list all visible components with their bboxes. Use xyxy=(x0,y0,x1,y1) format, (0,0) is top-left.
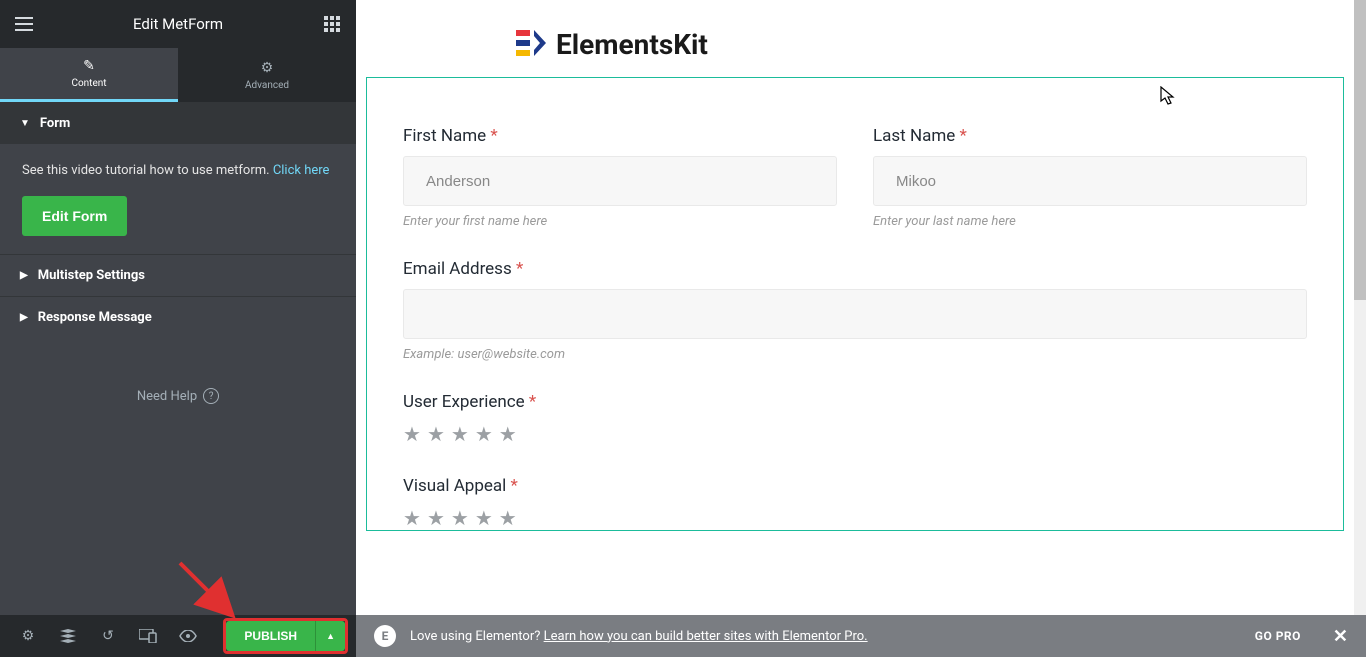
field-user-experience: User Experience * ★ ★ ★ ★ ★ xyxy=(403,392,1307,446)
logo-text: ElementsKit xyxy=(556,28,708,61)
help-icon: ? xyxy=(203,388,219,404)
promo-footer: E Love using Elementor? Learn how you ca… xyxy=(356,615,1366,657)
last-name-input[interactable] xyxy=(873,156,1307,206)
ux-label: User Experience * xyxy=(403,392,1307,412)
field-first-name: First Name * Enter your first name here xyxy=(403,126,837,229)
tutorial-text: See this video tutorial how to use metfo… xyxy=(22,163,273,178)
star-icon[interactable]: ★ xyxy=(499,422,517,446)
first-name-input[interactable] xyxy=(403,156,837,206)
editor-sidebar: Edit MetForm ✎ Content ⚙ Advanced ▼ Form… xyxy=(0,0,356,657)
visual-rating: ★ ★ ★ ★ ★ xyxy=(403,506,1307,530)
star-icon[interactable]: ★ xyxy=(403,422,421,446)
gear-icon: ⚙ xyxy=(261,60,274,76)
section-form[interactable]: ▼ Form xyxy=(0,102,356,144)
navigator-icon[interactable] xyxy=(48,615,88,657)
visual-label: Visual Appeal * xyxy=(403,476,1307,496)
sidebar-footer: ⚙ ↺ PUBLISH ▲ xyxy=(0,615,356,657)
scrollbar[interactable] xyxy=(1354,0,1366,615)
logo: ElementsKit xyxy=(356,0,1354,77)
star-icon[interactable]: ★ xyxy=(475,506,493,530)
go-pro-button[interactable]: GO PRO xyxy=(1255,629,1301,643)
promo-link[interactable]: Learn how you can build better sites wit… xyxy=(544,629,868,644)
caret-right-icon: ▶ xyxy=(20,270,28,281)
edit-form-button[interactable]: Edit Form xyxy=(22,196,127,236)
star-icon[interactable]: ★ xyxy=(451,422,469,446)
form-section-body: See this video tutorial how to use metfo… xyxy=(0,144,356,254)
preview-icon[interactable] xyxy=(168,615,208,657)
hamburger-icon[interactable] xyxy=(14,14,34,34)
preview-canvas: ElementsKit First Name * Enter your firs… xyxy=(356,0,1354,615)
tutorial-link[interactable]: Click here xyxy=(273,163,330,178)
need-help[interactable]: Need Help ? xyxy=(0,338,356,404)
field-last-name: Last Name * Enter your last name here xyxy=(873,126,1307,229)
logo-mark-icon xyxy=(516,30,546,60)
history-icon[interactable]: ↺ xyxy=(88,615,128,657)
publish-options-button[interactable]: ▲ xyxy=(315,621,345,651)
tab-content[interactable]: ✎ Content xyxy=(0,48,178,102)
star-icon[interactable]: ★ xyxy=(451,506,469,530)
scrollbar-thumb[interactable] xyxy=(1354,0,1366,300)
form-widget[interactable]: First Name * Enter your first name here … xyxy=(366,77,1344,531)
promo-text: Love using Elementor? Learn how you can … xyxy=(410,629,868,644)
caret-right-icon: ▶ xyxy=(20,312,28,323)
editor-tabs: ✎ Content ⚙ Advanced xyxy=(0,48,356,102)
email-input[interactable] xyxy=(403,289,1307,339)
star-icon[interactable]: ★ xyxy=(427,422,445,446)
email-label: Email Address * xyxy=(403,259,1307,279)
publish-button-group: PUBLISH ▲ xyxy=(223,618,348,654)
section-response[interactable]: ▶ Response Message xyxy=(0,296,356,338)
tab-advanced[interactable]: ⚙ Advanced xyxy=(178,48,356,102)
elementor-icon: E xyxy=(374,625,396,647)
settings-icon[interactable]: ⚙ xyxy=(8,615,48,657)
caret-down-icon: ▼ xyxy=(20,118,30,129)
sidebar-header: Edit MetForm xyxy=(0,0,356,48)
last-name-hint: Enter your last name here xyxy=(873,214,1307,229)
first-name-hint: Enter your first name here xyxy=(403,214,837,229)
last-name-label: Last Name * xyxy=(873,126,1307,146)
section-multistep[interactable]: ▶ Multistep Settings xyxy=(0,254,356,296)
star-icon[interactable]: ★ xyxy=(499,506,517,530)
ux-rating: ★ ★ ★ ★ ★ xyxy=(403,422,1307,446)
pencil-icon: ✎ xyxy=(83,58,95,74)
close-icon[interactable]: ✕ xyxy=(1333,626,1348,647)
star-icon[interactable]: ★ xyxy=(403,506,421,530)
panel-title: Edit MetForm xyxy=(133,15,223,33)
star-icon[interactable]: ★ xyxy=(475,422,493,446)
publish-button[interactable]: PUBLISH xyxy=(226,621,315,651)
field-email: Email Address * Example: user@website.co… xyxy=(403,259,1307,362)
first-name-label: First Name * xyxy=(403,126,837,146)
field-visual-appeal: Visual Appeal * ★ ★ ★ ★ ★ xyxy=(403,476,1307,530)
responsive-icon[interactable] xyxy=(128,615,168,657)
star-icon[interactable]: ★ xyxy=(427,506,445,530)
email-hint: Example: user@website.com xyxy=(403,347,1307,362)
widgets-grid-icon[interactable] xyxy=(322,14,342,34)
